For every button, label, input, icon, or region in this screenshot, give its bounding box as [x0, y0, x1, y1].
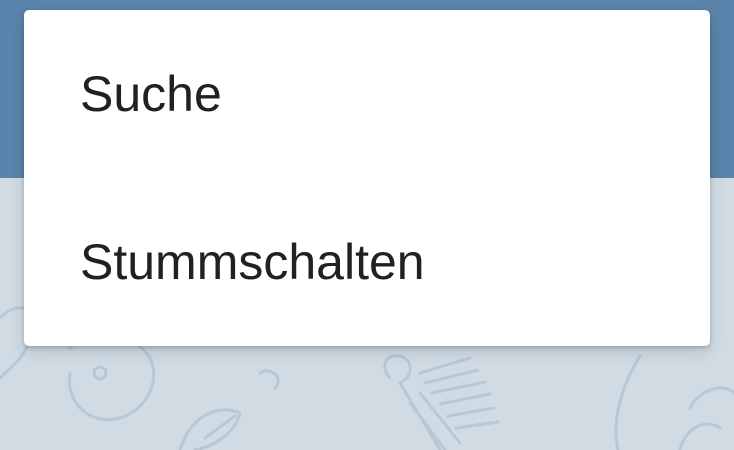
menu-item-search[interactable]: Suche: [24, 10, 710, 178]
menu-item-mute-label: Stummschalten: [80, 234, 425, 290]
menu-item-mute[interactable]: Stummschalten: [24, 178, 710, 346]
menu-item-search-label: Suche: [80, 66, 222, 122]
chat-screen: Suche Stummschalten: [0, 0, 734, 450]
overflow-menu: Suche Stummschalten: [24, 10, 710, 346]
